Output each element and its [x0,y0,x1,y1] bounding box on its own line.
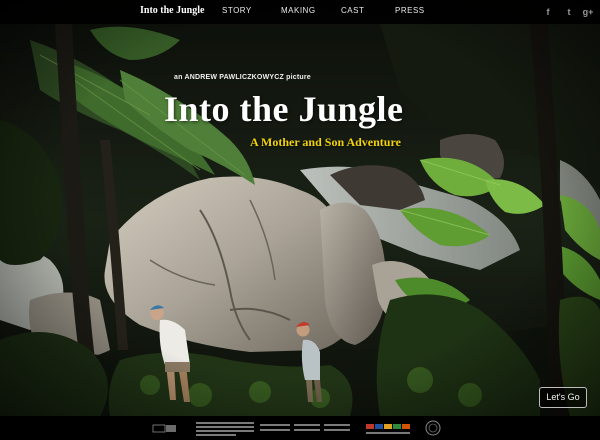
nav-item-press[interactable]: PRESS [395,6,425,15]
hero-background-photo [0,0,600,440]
lets-go-button[interactable]: Let's Go [539,387,587,408]
top-navbar: Into the Jungle STORY MAKING CAST PRESS … [0,0,600,24]
nav-brand-link[interactable]: Into the Jungle [140,5,204,16]
google-plus-icon[interactable]: g+ [582,6,594,18]
nav-item-making[interactable]: MAKING [281,6,316,15]
film-tagline: A Mother and Son Adventure [250,135,401,149]
footer [0,416,600,440]
director-credit: an ANDREW PAWLICZKOWYCZ picture [174,74,311,81]
film-title: Into the Jungle [164,89,404,129]
nav-item-cast[interactable]: CAST [341,6,364,15]
facebook-icon[interactable]: f [542,6,554,18]
twitter-icon[interactable]: t [563,6,575,18]
billing-block-logos [148,416,448,440]
nav-item-story[interactable]: STORY [222,6,252,15]
